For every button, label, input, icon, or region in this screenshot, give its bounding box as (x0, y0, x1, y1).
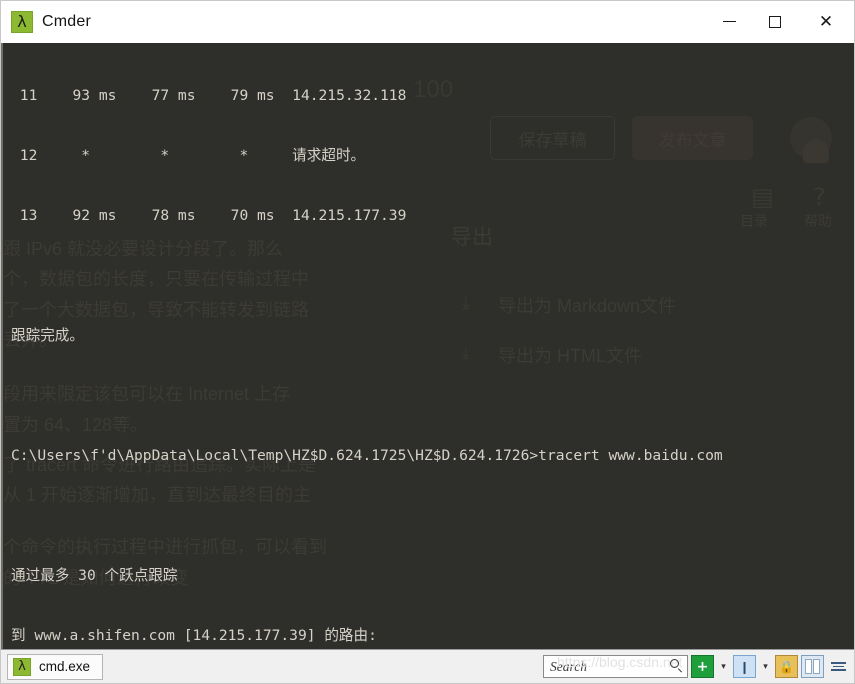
lock-icon[interactable]: 🔒 (775, 655, 798, 678)
minimize-button[interactable] (706, 1, 752, 42)
terminal-line: 到 www.a.shifen.com [14.215.177.39] 的路由: (11, 627, 377, 644)
close-button[interactable]: ✕ (798, 1, 854, 42)
window-title: Cmder (42, 12, 92, 30)
settings-icon[interactable] (827, 655, 850, 678)
minimize-icon (722, 21, 736, 22)
terminal-line-command: C:\Users\f'd\AppData\Local\Temp\HZ$D.624… (11, 447, 723, 464)
lambda-icon: λ (11, 10, 33, 33)
terminal-area[interactable]: 100 保存草稿 发布文章 ▤ 目录 ? 帮助 导出 ⤓ 导出为 Markdow… (1, 43, 854, 649)
terminal-line: 11 93 ms 77 ms 79 ms 14.215.32.118 (11, 87, 407, 104)
status-bar: λ cmd.exe https://blog.csdn.net Search +… (1, 649, 854, 683)
terminal-line: 通过最多 30 个跃点跟踪 (11, 567, 178, 584)
maximize-button[interactable] (752, 1, 798, 42)
title-bar-left: λ Cmder (1, 10, 92, 33)
tab-cmd-exe[interactable]: λ cmd.exe (7, 653, 104, 680)
title-bar: λ Cmder ✕ (1, 1, 854, 43)
terminal-output: 11 93 ms 77 ms 79 ms 14.215.32.118 12 * … (11, 46, 853, 649)
maximize-icon (769, 15, 781, 28)
split-panes-icon[interactable] (801, 655, 824, 678)
chevron-down-icon-2[interactable]: ▾ (759, 655, 772, 678)
tab-label: cmd.exe (39, 659, 91, 674)
chevron-down-icon[interactable]: ▾ (717, 655, 730, 678)
search-placeholder: Search (550, 658, 587, 674)
lambda-icon: λ (13, 657, 31, 676)
terminal-line: 13 92 ms 78 ms 70 ms 14.215.177.39 (11, 207, 407, 224)
window-mode-icon[interactable]: ❙ (733, 655, 756, 678)
cmder-window: λ Cmder ✕ 100 保存草稿 发布文章 ▤ 目录 ? 帮助 导出 ⤓ 导… (0, 0, 855, 684)
status-bar-tools: Search + ▾ ❙ ▾ 🔒 (543, 655, 854, 678)
terminal-line: 跟踪完成。 (11, 327, 84, 344)
terminal-line: 12 * * * 请求超时。 (11, 147, 366, 164)
new-console-icon[interactable]: + (691, 655, 714, 678)
search-icon[interactable] (669, 659, 684, 674)
window-controls: ✕ (706, 1, 854, 42)
close-icon: ✕ (818, 11, 834, 32)
search-input[interactable]: Search (543, 655, 688, 678)
